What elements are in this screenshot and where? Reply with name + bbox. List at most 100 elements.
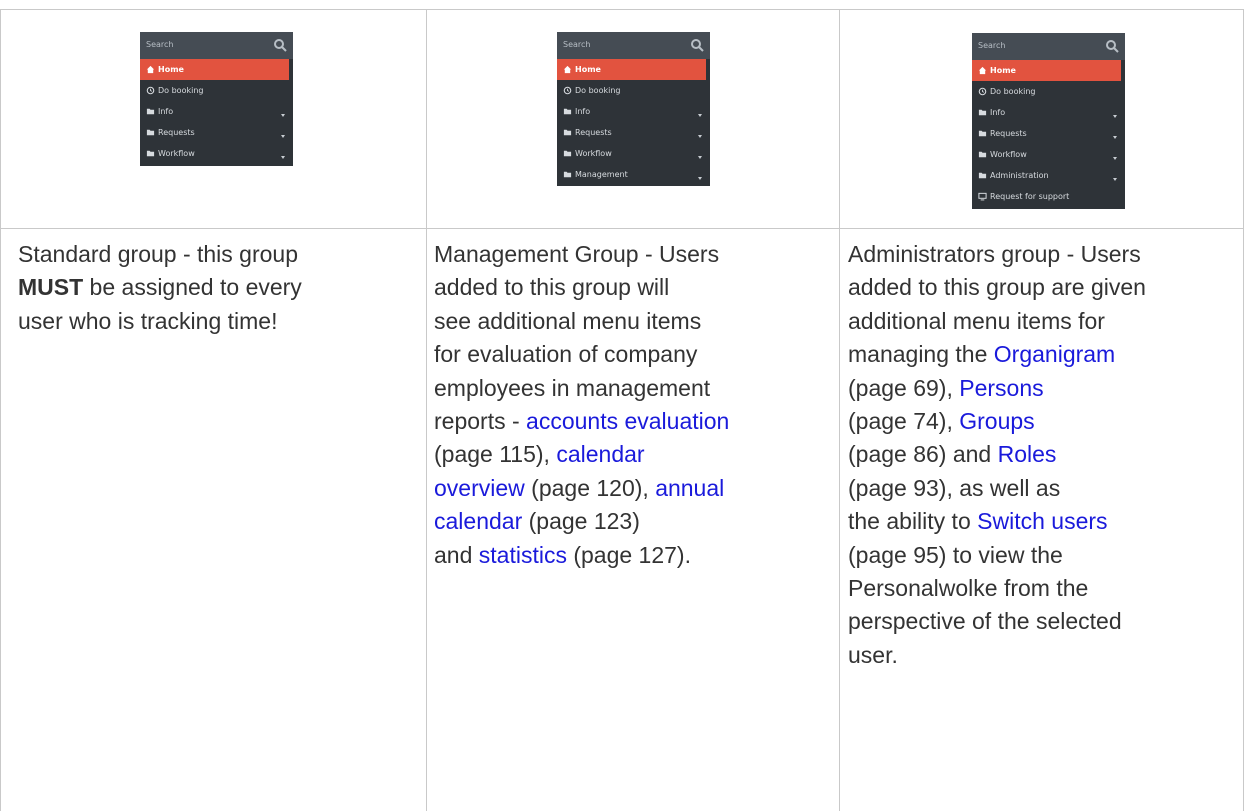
menu-item-label: Workflow bbox=[158, 149, 195, 158]
desc-text: (page 69), bbox=[848, 374, 960, 401]
chevron-down-icon bbox=[698, 177, 702, 180]
desc-text: managing the bbox=[848, 341, 994, 368]
folder-icon bbox=[146, 150, 155, 157]
home-icon bbox=[978, 66, 987, 75]
switch-users-link[interactable]: Switch users bbox=[977, 508, 1107, 534]
menu-item-label: Do booking bbox=[158, 86, 204, 95]
organigram-link[interactable]: Organigram bbox=[994, 341, 1115, 367]
menu-item-home: Home bbox=[140, 59, 289, 80]
chevron-down-icon bbox=[1113, 115, 1117, 118]
menu-item-home: Home bbox=[972, 60, 1121, 81]
menu-item-do-booking: Do booking bbox=[972, 81, 1125, 102]
search-placeholder: Search bbox=[978, 41, 1006, 50]
desc-text: (page 123) bbox=[522, 508, 640, 535]
desc-text: (page 127). bbox=[566, 541, 691, 568]
statistics-link[interactable]: statistics bbox=[479, 542, 567, 568]
home-icon bbox=[563, 65, 572, 74]
search-bar: Search bbox=[140, 32, 293, 59]
annual-calendar-link[interactable]: annual bbox=[655, 475, 724, 501]
persons-link[interactable]: Persons bbox=[959, 375, 1043, 401]
search-icon bbox=[691, 39, 704, 52]
desc-text: (page 95) to view the bbox=[848, 541, 1063, 568]
desc-text: additional menu items for bbox=[848, 307, 1105, 334]
desc-text: added to this group will bbox=[434, 274, 670, 301]
chevron-down-icon bbox=[281, 114, 285, 117]
monitor-icon bbox=[978, 192, 987, 201]
calendar-overview-link[interactable]: calendar bbox=[556, 441, 644, 467]
menu-item-management: Management bbox=[557, 164, 710, 185]
desc-text: user. bbox=[848, 641, 898, 668]
table-border-top bbox=[0, 9, 1244, 10]
menu-item-label: Management bbox=[575, 170, 628, 179]
menu-item-label: Do booking bbox=[990, 87, 1036, 96]
menu-item-workflow: Workflow bbox=[140, 143, 293, 164]
desc-emphasis: MUST bbox=[18, 274, 84, 301]
folder-icon bbox=[563, 150, 572, 157]
menu-item-do-booking: Do booking bbox=[140, 80, 293, 101]
desc-text: see additional menu items bbox=[434, 307, 702, 334]
table-border-left bbox=[0, 9, 1, 811]
folder-icon bbox=[146, 129, 155, 136]
menu-item-label: Administration bbox=[990, 171, 1049, 180]
search-placeholder: Search bbox=[563, 40, 591, 49]
menu-item-requests: Requests bbox=[557, 122, 710, 143]
menu-item-request-for-support: Request for support bbox=[972, 186, 1125, 207]
table-border-col1 bbox=[426, 9, 427, 811]
folder-icon bbox=[563, 129, 572, 136]
standard-menu-screenshot: Search Home Do booking Info Requests Wor… bbox=[140, 32, 293, 166]
menu-item-label: Request for support bbox=[990, 192, 1070, 201]
desc-text: be assigned to every bbox=[83, 274, 302, 301]
search-icon bbox=[274, 39, 287, 52]
menu-item-requests: Requests bbox=[972, 123, 1125, 144]
chevron-down-icon bbox=[698, 135, 702, 138]
desc-text: (page 115), bbox=[434, 441, 557, 468]
standard-group-description: Standard group - this group MUST be assi… bbox=[18, 238, 418, 338]
desc-text: (page 93), as well as bbox=[848, 474, 1061, 501]
menu-item-requests: Requests bbox=[140, 122, 293, 143]
chevron-down-icon bbox=[698, 114, 702, 117]
menu-item-info: Info bbox=[972, 102, 1125, 123]
management-menu-screenshot: Search Home Do booking Info Requests Wor… bbox=[557, 32, 710, 186]
folder-icon bbox=[563, 108, 572, 115]
accounts-evaluation-link[interactable]: accounts evaluation bbox=[526, 408, 729, 434]
desc-text: and bbox=[434, 541, 479, 568]
chevron-down-icon bbox=[281, 135, 285, 138]
annual-calendar-link-cont[interactable]: calendar bbox=[434, 508, 522, 534]
calendar-overview-link-cont[interactable]: overview bbox=[434, 475, 525, 501]
menu-item-label: Do booking bbox=[575, 86, 621, 95]
desc-text: (page 74), bbox=[848, 408, 960, 435]
desc-text: reports - bbox=[434, 408, 527, 435]
chevron-down-icon bbox=[1113, 136, 1117, 139]
desc-text: Standard group - this group bbox=[18, 241, 299, 267]
desc-text: (page 86) and bbox=[848, 441, 998, 468]
table-border-col2 bbox=[839, 9, 840, 811]
desc-text: Administrators group - Users bbox=[848, 241, 1141, 267]
folder-icon bbox=[978, 172, 987, 179]
menu-item-info: Info bbox=[140, 101, 293, 122]
menu-item-home: Home bbox=[557, 59, 706, 80]
menu-item-administration: Administration bbox=[972, 165, 1125, 186]
folder-icon bbox=[978, 151, 987, 158]
search-placeholder: Search bbox=[146, 40, 174, 49]
clock-icon bbox=[563, 86, 572, 95]
administrators-group-description: Administrators group - Users added to th… bbox=[848, 238, 1240, 672]
groups-table: Search Home Do booking Info Requests Wor… bbox=[0, 0, 1244, 811]
menu-item-workflow: Workflow bbox=[557, 143, 710, 164]
menu-item-info: Info bbox=[557, 101, 710, 122]
administrators-menu-screenshot: Search Home Do booking Info Requests Wor… bbox=[972, 33, 1125, 209]
clock-icon bbox=[146, 86, 155, 95]
folder-icon bbox=[978, 130, 987, 137]
desc-text: (page 120), bbox=[524, 474, 656, 501]
desc-text: Management Group - Users bbox=[434, 241, 720, 267]
chevron-down-icon bbox=[281, 156, 285, 159]
menu-item-do-booking: Do booking bbox=[557, 80, 710, 101]
home-icon bbox=[146, 65, 155, 74]
menu-item-label: Requests bbox=[990, 129, 1027, 138]
groups-link[interactable]: Groups bbox=[959, 408, 1034, 434]
folder-icon bbox=[146, 108, 155, 115]
desc-text: the ability to bbox=[848, 508, 978, 535]
roles-link[interactable]: Roles bbox=[998, 441, 1057, 467]
folder-icon bbox=[978, 109, 987, 116]
menu-item-label: Workflow bbox=[575, 149, 612, 158]
menu-item-workflow: Workflow bbox=[972, 144, 1125, 165]
